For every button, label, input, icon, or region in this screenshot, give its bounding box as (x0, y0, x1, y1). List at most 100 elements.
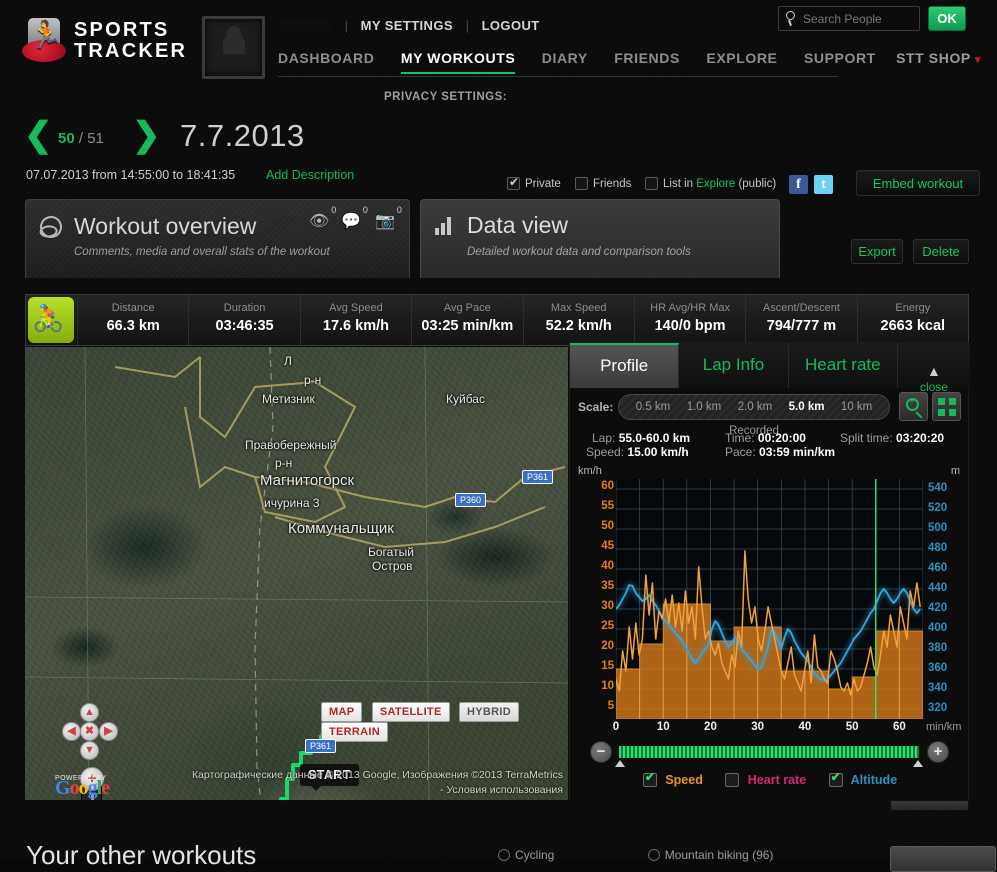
x-tick: 20 (704, 721, 717, 733)
y-tick-right: 480 (928, 542, 948, 554)
radio-icon[interactable] (647, 849, 660, 861)
map-pan-control[interactable]: ▲ ◀ ✖ ▶ ▼ (61, 697, 119, 760)
logout-link[interactable]: LOGOUT (482, 18, 540, 33)
privacy-private-checkbox[interactable] (507, 175, 520, 190)
panel-tabs: Profile Lap Info Heart rate ▲ close (570, 343, 970, 394)
route-map[interactable]: START MAP SATELLITE HYBRID TERRAIN ▲ ◀ ✖… (25, 347, 568, 802)
legend-item-heart-rate[interactable]: Heart rate (725, 773, 806, 787)
nav-item-dashboard[interactable]: DASHBOARD (278, 50, 374, 72)
map-type-hybrid[interactable]: HYBRID (459, 702, 520, 722)
tab-workout-overview[interactable]: Workout overview Comments, media and ove… (25, 199, 410, 278)
nav-item-support[interactable]: SUPPORT (804, 50, 876, 72)
y-tick-right: 500 (928, 522, 948, 534)
caret-down-icon: ▾ (974, 54, 981, 66)
nav-item-stt-shop[interactable]: STT SHOP ▾ (896, 50, 981, 66)
username-masked[interactable] (280, 18, 332, 31)
nav-item-friends[interactable]: FRIENDS (614, 50, 680, 72)
next-workout-chevron-right-icon[interactable]: ❯ (132, 118, 161, 152)
map-type-map[interactable]: MAP (321, 702, 363, 722)
chart-range-slider[interactable]: − + (570, 739, 970, 767)
readout-time-key: Time: (725, 431, 755, 445)
add-description-link[interactable]: Add Description (266, 168, 354, 182)
magnifier-plus-icon[interactable] (899, 392, 928, 421)
scale-option-2km[interactable]: 2.0 km (732, 395, 779, 419)
x-axis-unit: min/km (926, 721, 962, 733)
site-logo[interactable]: 🏃 SPORTS TRACKER (22, 16, 197, 68)
y-tick-right: 460 (928, 562, 948, 574)
search-ok-button[interactable]: OK (928, 6, 966, 31)
range-zoom-out-minus-icon[interactable]: − (590, 741, 612, 763)
filter-option-mountain-biking[interactable]: Mountain biking (96) (647, 848, 773, 862)
range-zoom-in-plus-icon[interactable]: + (927, 741, 949, 763)
filter-option-cycling[interactable]: Cycling (498, 848, 554, 862)
prev-workout-chevron-left-icon[interactable]: ❮ (24, 118, 53, 152)
nav-item-explore[interactable]: EXPLORE (706, 50, 777, 72)
pan-right-chevron-right-icon[interactable]: ▶ (99, 722, 118, 741)
legend-speed-checkbox[interactable] (642, 770, 657, 787)
legend-speed-label: Speed (665, 773, 703, 787)
scale-selector[interactable]: 0.5 km 1.0 km 2.0 km 5.0 km 10 km Record… (618, 394, 890, 437)
scale-option-5km[interactable]: 5.0 km (783, 395, 831, 419)
map-road-shield: P360 (455, 493, 487, 507)
twitter-share-icon[interactable]: t (814, 175, 833, 194)
delete-button[interactable]: Delete (913, 239, 969, 264)
avatar[interactable] (202, 16, 265, 79)
map-place-label: Куйбас (446, 392, 485, 406)
tab-data-view[interactable]: Data view Detailed workout data and comp… (420, 199, 780, 278)
chart-plot-area[interactable] (616, 479, 923, 719)
nav-item-my-workouts[interactable]: MY WORKOUTS (400, 50, 516, 74)
nav-item-diary[interactable]: DIARY (542, 50, 588, 72)
pan-down-chevron-down-icon[interactable]: ▼ (80, 741, 99, 760)
legend-item-speed[interactable]: Speed (642, 770, 703, 787)
y-tick-right: 360 (928, 662, 948, 674)
pan-left-chevron-left-icon[interactable]: ◀ (62, 722, 81, 741)
recenter-icon[interactable]: ✖ (80, 722, 99, 741)
y-tick-right: 420 (928, 602, 948, 614)
other-workouts-button[interactable] (890, 846, 996, 872)
map-type-satellite[interactable]: SATELLITE (371, 702, 450, 722)
scale-option-0-5km[interactable]: 0.5 km (630, 395, 677, 419)
embed-workout-button[interactable]: Embed workout (856, 170, 980, 196)
legend-altitude-checkbox[interactable] (828, 770, 843, 787)
y-tick-left: 5 (607, 700, 614, 712)
fullscreen-icon[interactable] (932, 392, 961, 421)
privacy-friends-checkbox[interactable] (575, 177, 588, 190)
page-root: 🏃 SPORTS TRACKER | MY SETTINGS | LOGOUT … (0, 0, 997, 872)
pan-up-chevron-up-icon[interactable]: ▲ (80, 703, 99, 722)
main-nav: DASHBOARD MY WORKOUTS DIARY FRIENDS EXPL… (278, 50, 898, 78)
panel-close-button[interactable]: ▲ close (897, 343, 970, 394)
workout-overview-icon (36, 212, 66, 242)
tab-dataview-subtitle: Detailed workout data and comparison too… (467, 246, 691, 258)
profile-chart[interactable]: 5 10 15 20 25 30 35 40 45 50 55 60 320 340 360 380 400 4… (570, 479, 970, 733)
y-tick-left: 45 (601, 540, 614, 552)
y-tick-left: 40 (601, 560, 614, 572)
export-button[interactable]: Export (851, 239, 903, 264)
range-handle-left[interactable] (615, 760, 625, 767)
tab-lap-info[interactable]: Lap Info (679, 343, 789, 388)
facebook-share-icon[interactable]: f (789, 175, 808, 194)
explore-link[interactable]: Explore (696, 178, 735, 190)
range-handle-right[interactable] (913, 760, 923, 767)
map-place-label: Л (284, 354, 292, 368)
tab-heart-rate[interactable]: Heart rate (788, 343, 898, 388)
legend-heart-rate-checkbox[interactable] (725, 773, 740, 787)
user-bar: | MY SETTINGS | LOGOUT (280, 18, 540, 33)
scale-option-1km[interactable]: 1.0 km (681, 395, 728, 419)
map-place-label: Магнитогорск (260, 472, 355, 489)
radio-icon[interactable] (498, 849, 510, 861)
stat-value: 66.3 km (106, 318, 160, 334)
x-axis-ticks: 0 10 20 30 40 50 60 (613, 721, 923, 741)
y-tick-left: 50 (601, 520, 614, 532)
y-tick-left: 60 (601, 480, 614, 492)
horizontal-scrollbar-thumb[interactable] (25, 800, 891, 811)
search-box[interactable] (778, 6, 920, 31)
privacy-explore-checkbox[interactable] (645, 177, 658, 190)
scale-option-10km[interactable]: 10 km (835, 395, 878, 419)
my-settings-link[interactable]: MY SETTINGS (361, 18, 453, 33)
search-input[interactable] (803, 10, 913, 28)
readout-speed: Speed: 15.00 km/h (586, 445, 689, 459)
range-track[interactable] (615, 745, 923, 767)
photos-count: 0 (396, 205, 402, 215)
legend-item-altitude[interactable]: Altitude (828, 770, 897, 787)
tab-profile[interactable]: Profile (570, 343, 680, 388)
